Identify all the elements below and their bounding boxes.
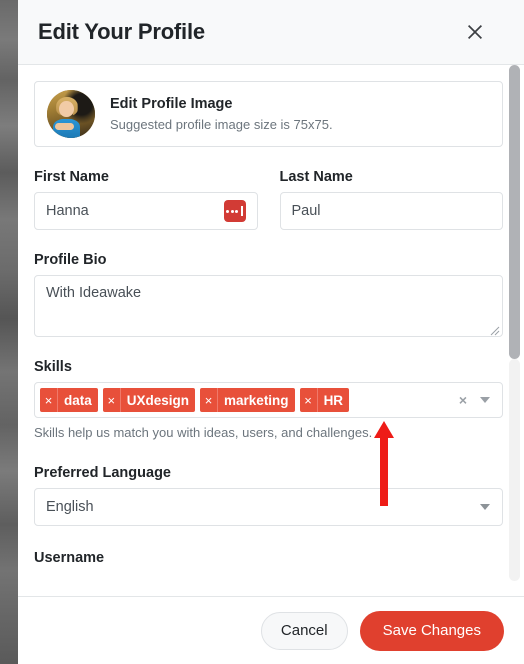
skills-block: Skills × data × UXdesign × marketing × HR × Ski… xyxy=(34,359,503,440)
skills-label: Skills xyxy=(34,359,72,375)
skill-chip-label: HR xyxy=(323,392,344,408)
scrollbar-track[interactable] xyxy=(509,65,522,596)
edit-profile-image-title: Edit Profile Image xyxy=(110,96,233,112)
scrollbar-remainder[interactable] xyxy=(509,359,520,581)
modal-header: Edit Your Profile xyxy=(18,0,524,65)
profile-bio-block: Profile Bio With Ideawake xyxy=(34,252,503,337)
remove-skill-icon[interactable]: × xyxy=(300,388,318,412)
skills-chip-list: × data × UXdesign × marketing × HR xyxy=(40,388,459,412)
username-block: Username xyxy=(34,550,503,566)
avatar-face xyxy=(59,100,74,117)
page-title: Edit Your Profile xyxy=(38,19,205,44)
remove-skill-icon[interactable]: × xyxy=(40,388,58,412)
first-name-value[interactable]: Hanna xyxy=(46,203,224,219)
cancel-button[interactable]: Cancel xyxy=(260,611,348,650)
skill-chip-label: data xyxy=(64,392,92,408)
avatar-arm xyxy=(54,122,74,131)
remove-skill-icon[interactable]: × xyxy=(103,388,121,412)
modal-body: Edit Profile Image Suggested profile ima… xyxy=(18,65,524,596)
preferred-language-select[interactable]: English xyxy=(34,488,503,526)
skill-chip[interactable]: × data xyxy=(40,388,98,412)
skill-chip[interactable]: × UXdesign xyxy=(102,388,196,412)
scrollbar-thumb[interactable] xyxy=(509,65,520,359)
modal-footer: Cancel Save Changes xyxy=(18,596,524,664)
username-label: Username xyxy=(34,550,105,566)
last-name-value[interactable]: Paul xyxy=(292,203,492,219)
skill-chip[interactable]: × HR xyxy=(299,388,350,412)
save-changes-button[interactable]: Save Changes xyxy=(359,610,504,651)
edit-profile-image-card[interactable]: Edit Profile Image Suggested profile ima… xyxy=(34,81,503,147)
chevron-down-icon[interactable] xyxy=(480,504,490,510)
first-name-field[interactable]: Hanna xyxy=(34,192,258,230)
skills-multiselect[interactable]: × data × UXdesign × marketing × HR × xyxy=(34,382,503,418)
preferred-language-label: Preferred Language xyxy=(34,465,171,481)
edit-profile-image-subtitle: Suggested profile image size is 75x75. xyxy=(110,117,333,132)
first-name-label: First Name xyxy=(34,169,109,185)
skill-chip-label: marketing xyxy=(224,392,289,408)
skills-help-text: Skills help us match you with ideas, use… xyxy=(34,425,373,440)
profile-bio-label: Profile Bio xyxy=(34,252,107,268)
profile-bio-textarea[interactable]: With Ideawake xyxy=(34,275,503,337)
lastpass-icon[interactable] xyxy=(223,200,246,222)
chevron-down-icon[interactable] xyxy=(480,397,490,403)
close-icon[interactable] xyxy=(462,19,488,45)
clear-all-icon[interactable]: × xyxy=(459,393,467,407)
remove-skill-icon[interactable]: × xyxy=(200,388,219,412)
resize-handle-icon[interactable] xyxy=(490,324,500,336)
avatar[interactable] xyxy=(47,90,95,138)
last-name-field[interactable]: Paul xyxy=(279,192,503,230)
preferred-language-block: Preferred Language English xyxy=(34,465,503,526)
skill-chip-label: UXdesign xyxy=(126,392,190,408)
edit-profile-modal: Edit Your Profile Edit Profile Image Sug… xyxy=(18,0,524,664)
last-name-label: Last Name xyxy=(279,169,353,185)
preferred-language-value: English xyxy=(46,499,94,515)
skill-chip[interactable]: × marketing xyxy=(200,388,295,412)
name-row: First Name Hanna Last Name Paul xyxy=(34,169,503,230)
skills-controls: × xyxy=(459,393,498,407)
profile-bio-value: With Ideawake xyxy=(46,285,142,301)
